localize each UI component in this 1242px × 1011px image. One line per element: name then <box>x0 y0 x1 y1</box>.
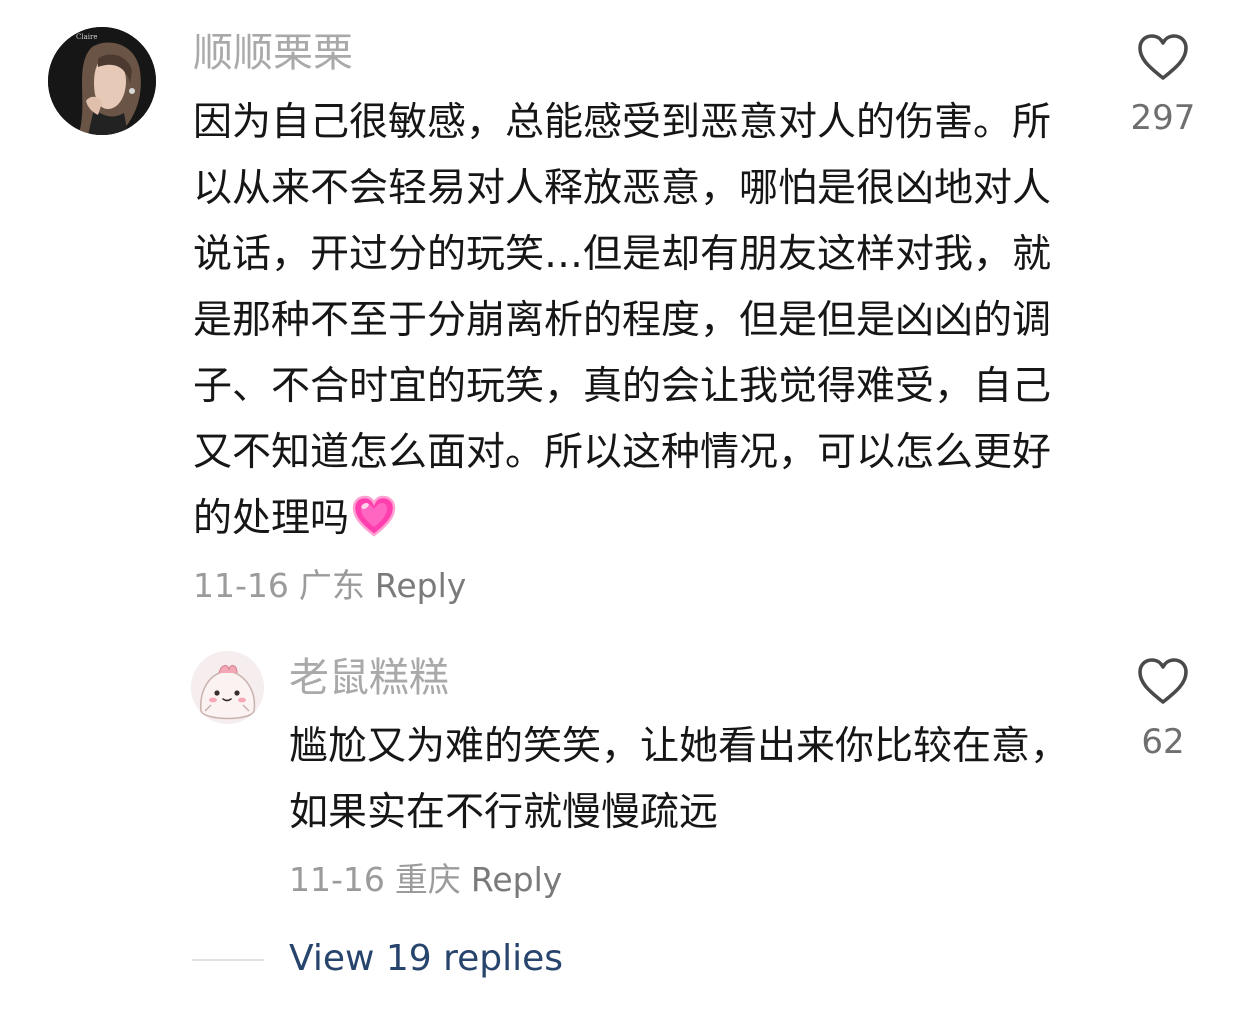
view-replies-button[interactable]: View 19 replies <box>289 936 563 982</box>
comment-meta: 11-16 广东 Reply <box>193 564 466 608</box>
cartoon-avatar <box>191 651 264 724</box>
reply-button[interactable]: Reply <box>375 566 466 605</box>
avatar[interactable]: Claire <box>48 27 156 135</box>
comment-text: 因为自己很敏感，总能感受到恶意对人的伤害。所以从来不会轻易对人释放恶意，哪怕是很… <box>193 90 1073 552</box>
reply-like-group: 62 <box>1108 656 1218 764</box>
reply-meta: 11-16 重庆 Reply <box>289 858 562 902</box>
heart-outline-icon[interactable] <box>1136 656 1190 706</box>
like-count: 297 <box>1130 98 1196 138</box>
comment-like-group: 297 <box>1108 32 1218 140</box>
comment-location: 广东 <box>298 566 365 605</box>
pink-heart-emoji <box>352 495 396 537</box>
heart-outline-icon[interactable] <box>1136 32 1190 82</box>
comment-text-content: 因为自己很敏感，总能感受到恶意对人的伤害。所以从来不会轻易对人释放恶意，哪怕是很… <box>193 100 1052 541</box>
reply-reply-button[interactable]: Reply <box>471 860 562 899</box>
divider <box>192 959 264 961</box>
reply-text: 尴尬又为难的笑笑，让她看出来你比较在意，如果实在不行就慢慢疏远 <box>289 724 1070 835</box>
reply-date: 11-16 <box>289 860 385 899</box>
reply-avatar[interactable] <box>191 651 264 724</box>
comment-username[interactable]: 顺顺栗栗 <box>193 28 353 78</box>
reply-location: 重庆 <box>394 860 461 899</box>
svg-text:Claire: Claire <box>76 33 98 41</box>
reply-username[interactable]: 老鼠糕糕 <box>289 653 449 703</box>
avatar-photo: Claire <box>48 27 156 135</box>
comment-thread: Claire 顺顺栗栗 因为自己很敏感，总能感受到恶意对人的伤害。所以从来不会轻… <box>0 0 1242 1011</box>
reply-like-count: 62 <box>1141 722 1185 762</box>
comment-date: 11-16 <box>193 566 289 605</box>
